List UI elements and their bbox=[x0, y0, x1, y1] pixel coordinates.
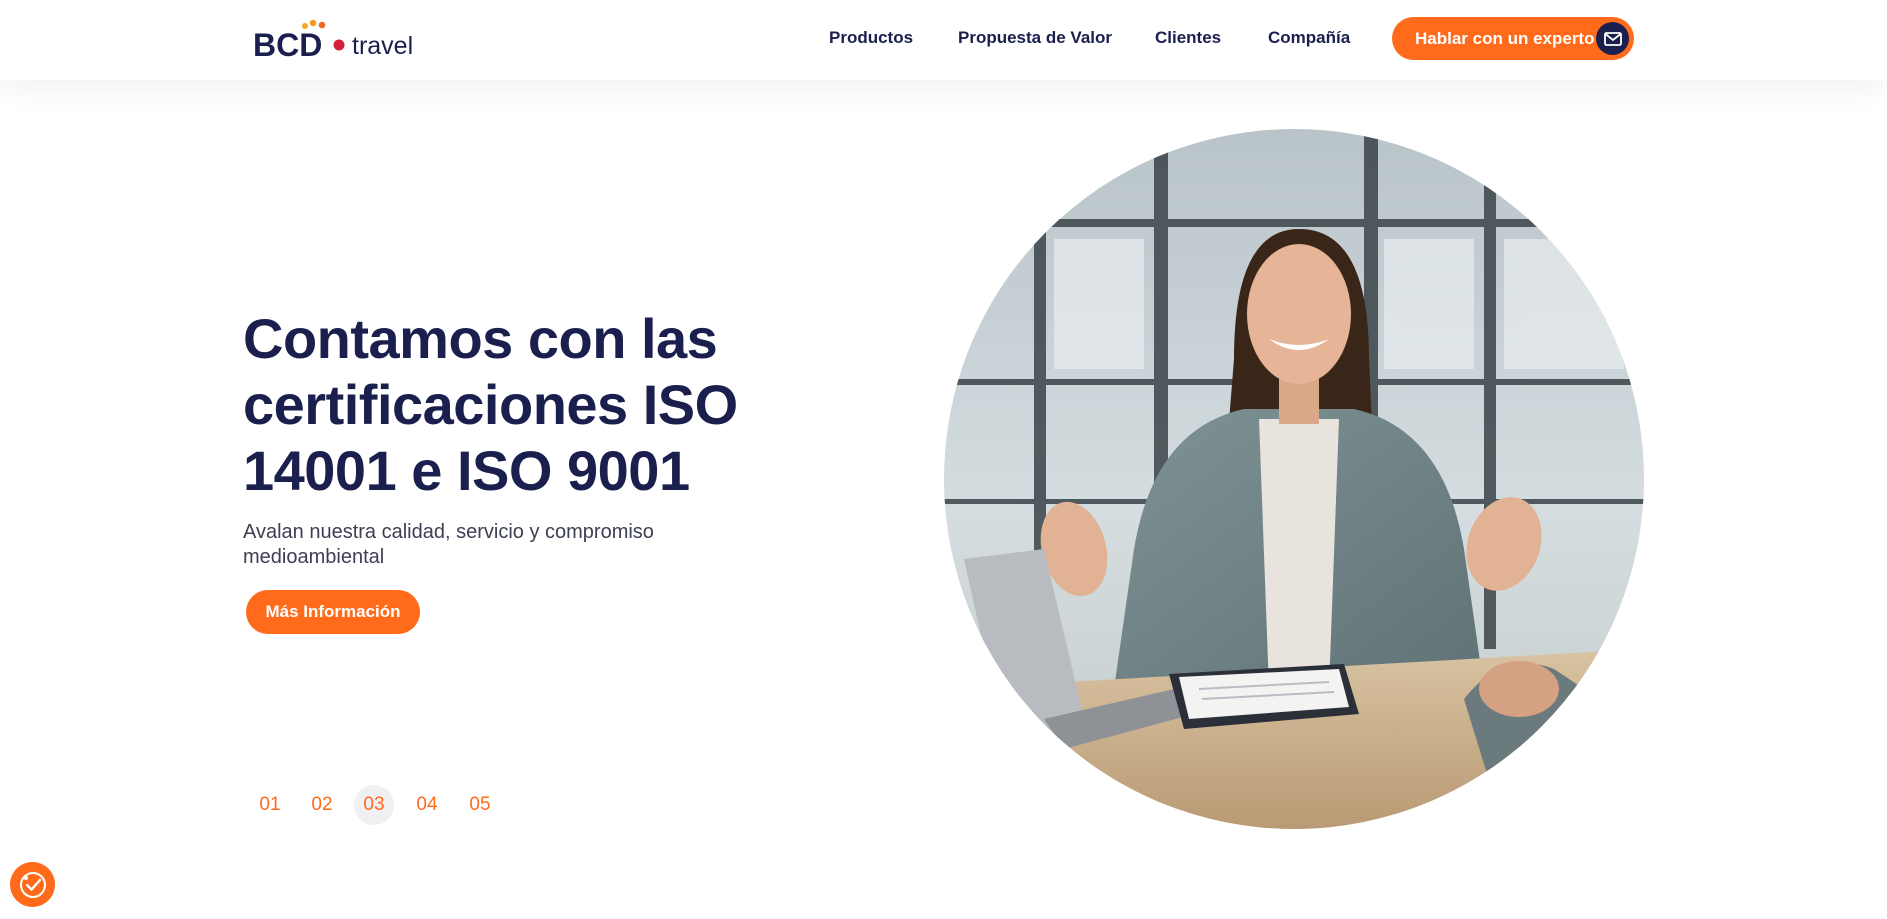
svg-text:travel: travel bbox=[352, 32, 413, 60]
nav-clientes[interactable]: Clientes bbox=[1155, 28, 1221, 48]
accessibility-settings-icon[interactable] bbox=[10, 862, 55, 907]
hero-subtitle: Avalan nuestra calidad, servicio y compr… bbox=[243, 521, 654, 568]
slide-05-button[interactable]: 05 bbox=[460, 785, 500, 825]
mail-icon bbox=[1596, 22, 1629, 55]
slide-03-button[interactable]: 03 bbox=[354, 785, 394, 825]
nav-compania[interactable]: Compañía bbox=[1268, 28, 1350, 48]
svg-text:BCD: BCD bbox=[253, 27, 322, 60]
more-info-button[interactable]: Más Información bbox=[246, 590, 420, 634]
site-header: BCD travel Productos Propuesta de Valor … bbox=[0, 0, 1887, 80]
slide-02-button[interactable]: 02 bbox=[302, 785, 342, 825]
hero-title: Contamos con las certificaciones ISO 140… bbox=[243, 307, 738, 502]
nav-propuesta-de-valor[interactable]: Propuesta de Valor bbox=[958, 28, 1112, 48]
talk-to-expert-label: Hablar con un experto bbox=[1415, 29, 1595, 48]
bcd-travel-logo[interactable]: BCD travel bbox=[253, 18, 423, 60]
slide-04-button[interactable]: 04 bbox=[407, 785, 447, 825]
business-meeting-photo bbox=[944, 129, 1644, 829]
talk-to-expert-button[interactable]: Hablar con un experto bbox=[1392, 17, 1634, 60]
slide-01-button[interactable]: 01 bbox=[250, 785, 290, 825]
nav-productos[interactable]: Productos bbox=[829, 28, 913, 48]
